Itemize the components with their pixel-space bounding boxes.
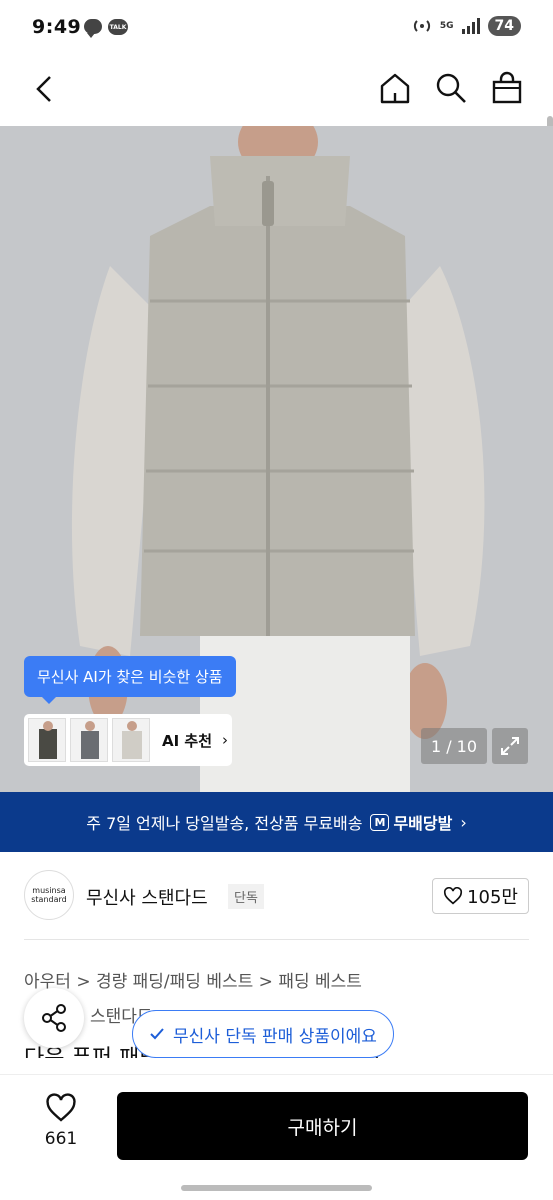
brand-like-button[interactable]: 105만 — [432, 878, 529, 914]
status-time: 9:49 — [32, 16, 82, 38]
home-indicator[interactable] — [181, 1185, 372, 1191]
home-icon[interactable] — [377, 70, 413, 106]
heart-icon — [46, 1093, 76, 1122]
back-icon[interactable] — [32, 74, 58, 104]
buy-button[interactable]: 구매하기 — [117, 1092, 528, 1160]
check-icon — [150, 1028, 164, 1040]
ai-recommend-strip[interactable]: AI 추천 › — [24, 714, 232, 766]
notification-icons: TALK — [84, 19, 128, 38]
message-icon — [84, 19, 102, 38]
chevron-right-icon: › — [222, 731, 229, 749]
ai-recommend-label: AI 추천 — [162, 731, 213, 750]
recommend-thumbnail[interactable] — [28, 718, 66, 762]
kakaotalk-icon: TALK — [108, 19, 128, 35]
category-breadcrumb[interactable]: 아우터 > 경량 패딩/패딩 베스트 > 패딩 베스트 — [24, 967, 362, 992]
wishlist-count: 661 — [44, 1129, 78, 1149]
shipping-text: 주 7일 언제나 당일발송, 전상품 무료배송 — [86, 814, 363, 833]
nav-actions — [377, 70, 525, 106]
exclusive-tag: 단독 — [228, 884, 264, 909]
search-icon[interactable] — [433, 70, 469, 106]
ai-similar-tooltip[interactable]: 무신사 AI가 찾은 비슷한 상품 — [24, 656, 236, 704]
network-label: 5G — [439, 20, 454, 31]
battery-badge: 74 — [487, 16, 521, 36]
same-day-badge: M 무배당발 — [370, 810, 452, 834]
divider — [24, 939, 529, 940]
top-nav — [0, 56, 553, 172]
hotspot-icon — [412, 16, 432, 36]
share-icon — [42, 1004, 66, 1032]
image-pager: 1 / 10 — [421, 728, 487, 764]
brand-name[interactable]: 무신사 스탠다드 — [86, 884, 208, 910]
share-button[interactable] — [24, 988, 84, 1048]
bag-icon[interactable] — [489, 70, 525, 106]
product-image[interactable]: 무신사 AI가 찾은 비슷한 상품 AI 추천 › 1 / 10 — [0, 126, 553, 792]
chevron-right-icon: › — [460, 812, 467, 832]
bottom-action-bar: 661 구매하기 — [0, 1074, 553, 1200]
brand-logo-line2: standard — [31, 895, 67, 904]
exclusive-toast-text: 무신사 단독 판매 상품이에요 — [173, 1026, 377, 1047]
status-right: 5G 74 — [412, 16, 521, 36]
brand-like-count: 105만 — [467, 887, 518, 908]
delivery-truck-icon: M — [370, 813, 390, 831]
wishlist-button[interactable]: 661 — [30, 1093, 92, 1149]
brand-row: musinsa standard 무신사 스탠다드 단독 105만 — [0, 852, 553, 940]
expand-icon[interactable] — [492, 728, 528, 764]
heart-icon — [444, 887, 463, 905]
signal-icon — [461, 18, 480, 34]
recommend-thumbnail[interactable] — [70, 718, 108, 762]
shipping-banner[interactable]: 주 7일 언제나 당일발송, 전상품 무료배송 M 무배당발 › — [0, 792, 553, 852]
brand-logo[interactable]: musinsa standard — [24, 870, 74, 920]
exclusive-toast: 무신사 단독 판매 상품이에요 — [132, 1010, 394, 1058]
status-bar: 9:49 TALK 5G 74 — [0, 0, 553, 56]
recommend-thumbnail[interactable] — [112, 718, 150, 762]
brand-logo-line1: musinsa — [32, 886, 66, 895]
same-day-label: 무배당발 — [393, 814, 453, 833]
